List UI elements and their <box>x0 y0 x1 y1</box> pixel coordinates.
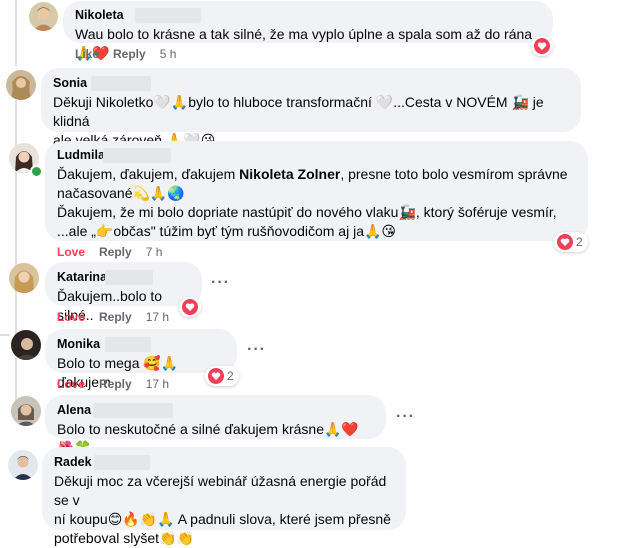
avatar[interactable] <box>8 450 38 480</box>
redacted-name <box>94 455 150 470</box>
redacted-name <box>91 76 151 91</box>
mention-link[interactable]: Nikoleta Zolner <box>239 166 340 182</box>
love-button[interactable]: Love <box>57 310 85 324</box>
reaction-count: 2 <box>576 235 583 249</box>
more-options-icon[interactable]: ··· <box>396 408 415 426</box>
comment-bubble: Radek Děkuji moc za včerejší webinář úža… <box>42 447 406 546</box>
comment-bubble: Nikoleta Wau bolo to krásne a tak silné,… <box>63 1 553 61</box>
comment-author[interactable]: Monika <box>57 336 151 352</box>
redacted-name <box>103 148 171 163</box>
reaction-badge[interactable] <box>179 297 201 317</box>
timestamp[interactable]: 5 h <box>160 47 177 61</box>
love-button[interactable]: Love <box>57 245 85 259</box>
avatar[interactable] <box>9 263 39 293</box>
thread-branch <box>0 334 10 336</box>
more-options-icon[interactable]: ··· <box>247 341 266 359</box>
avatar[interactable] <box>29 2 58 31</box>
heart-icon <box>208 368 224 384</box>
heart-icon <box>557 234 573 250</box>
like-button[interactable]: Like <box>75 47 99 61</box>
reaction-badge[interactable] <box>531 36 553 56</box>
comment-author[interactable]: Ludmila <box>57 147 171 163</box>
reply-button[interactable]: Reply <box>99 310 132 324</box>
thread-line <box>15 100 17 340</box>
redacted-name <box>135 8 201 23</box>
timestamp[interactable]: 7 h <box>146 245 163 259</box>
comment-author[interactable]: Sonia <box>53 75 151 91</box>
comment-actions: Love Reply 17 h <box>57 377 183 391</box>
redacted-name <box>93 403 173 418</box>
heart-icon <box>182 299 198 315</box>
reaction-count: 2 <box>227 369 234 383</box>
timestamp[interactable]: 17 h <box>146 377 169 391</box>
comment-author[interactable]: Nikoleta <box>75 7 201 23</box>
avatar[interactable] <box>11 396 41 426</box>
online-status-indicator <box>30 165 43 178</box>
avatar[interactable] <box>11 330 41 360</box>
reply-button[interactable]: Reply <box>99 377 132 391</box>
comment-bubble: Alena Bolo to neskutočné a silné ďakujem… <box>45 395 386 456</box>
comment-text: Děkuji moc za včerejší webinář úžasná en… <box>54 473 391 546</box>
comment-author[interactable]: Radek <box>54 454 150 470</box>
comment-actions: Love Reply 17 h <box>57 310 183 324</box>
redacted-name <box>105 337 151 352</box>
timestamp[interactable]: 17 h <box>146 310 169 324</box>
redacted-name <box>105 270 153 285</box>
love-button[interactable]: Love <box>57 377 85 391</box>
comment-actions: Like Reply 5 h <box>75 47 190 61</box>
avatar[interactable] <box>6 70 36 100</box>
reply-button[interactable]: Reply <box>113 47 146 61</box>
comment-bubble: Sonia Děkuji Nikoletko🤍🙏bylo to hluboce … <box>41 68 581 148</box>
comment-bubble: Katarina Ďakujem..bolo to silné.. <box>45 262 202 323</box>
comment-text: Ďakujem, ďakujem, ďakujem Nikoleta Zolne… <box>57 166 568 239</box>
heart-icon <box>534 38 550 54</box>
thread-line <box>15 0 17 66</box>
comment-actions: Love Reply 7 h <box>57 245 176 259</box>
reply-button[interactable]: Reply <box>99 245 132 259</box>
comment-author[interactable]: Katarina <box>57 269 153 285</box>
comment-author[interactable]: Alena <box>57 402 173 418</box>
more-options-icon[interactable]: ··· <box>211 274 230 292</box>
reaction-badge[interactable]: 2 <box>554 232 588 252</box>
reaction-badge[interactable]: 2 <box>205 366 239 386</box>
comment-bubble: Monika Bolo to mega 🥰🙏 ďakujem <box>45 329 237 390</box>
comment-bubble: Ludmila Ďakujem, ďakujem, ďakujem Nikole… <box>45 141 588 241</box>
